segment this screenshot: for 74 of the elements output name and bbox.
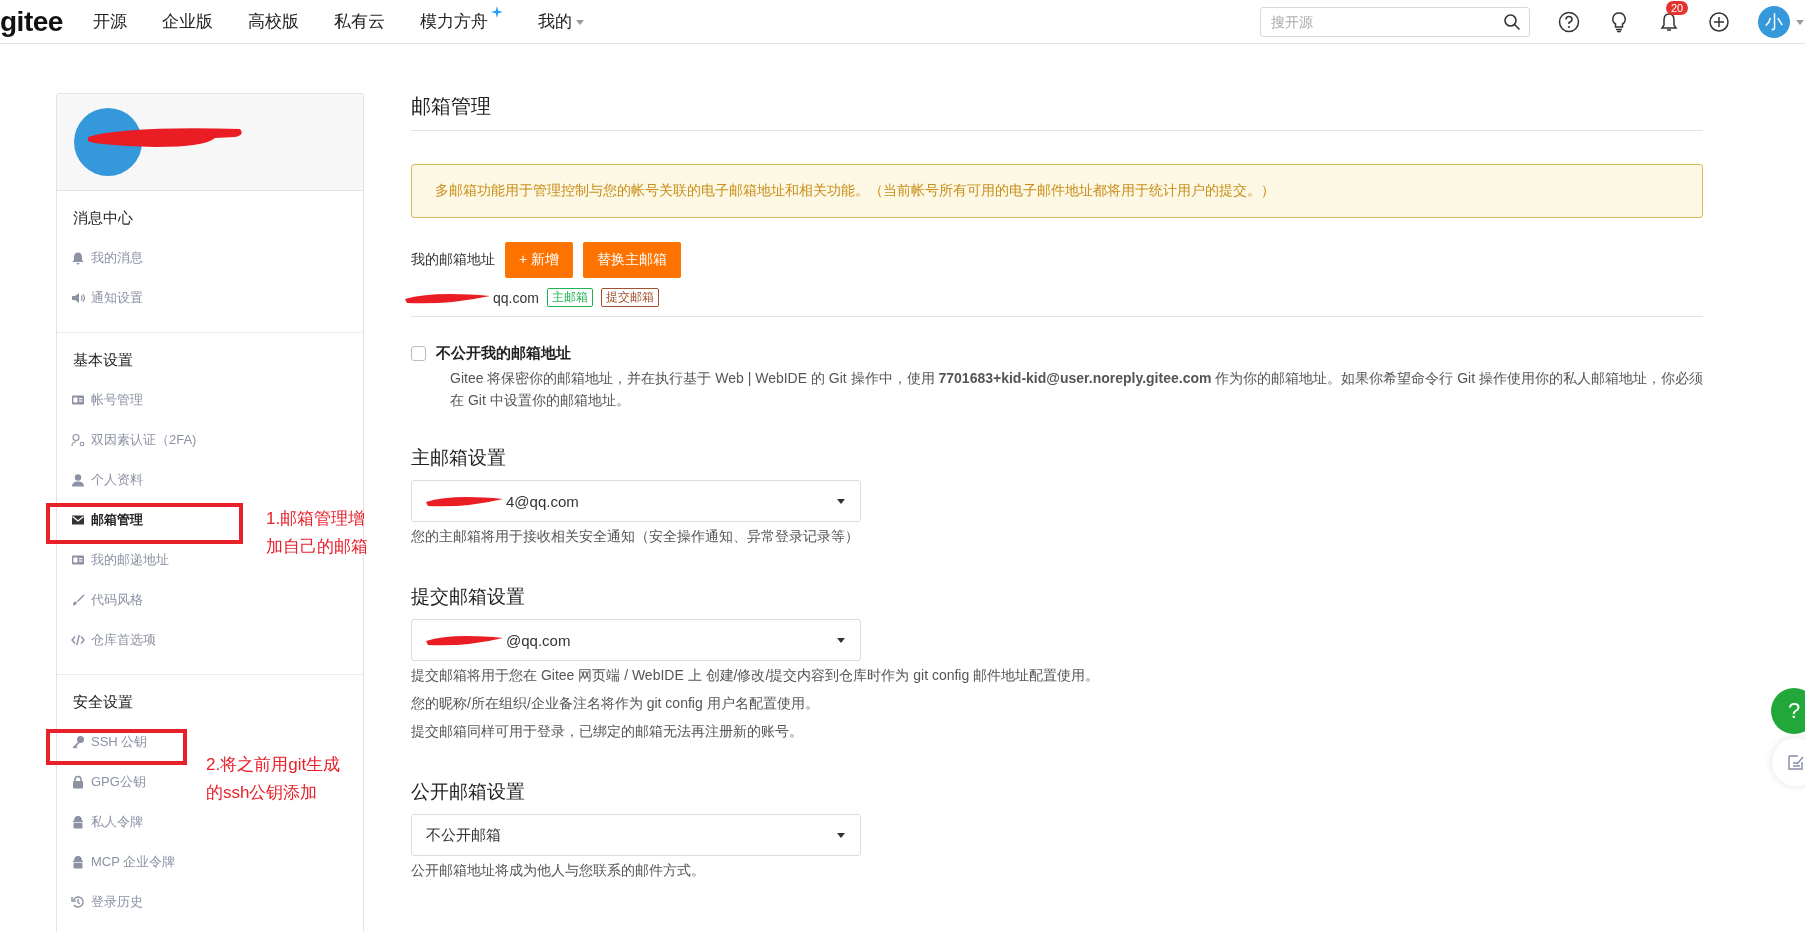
description-text: Gitee 将保密你的邮箱地址，并在执行基于 Web | WebIDE 的 Git 操作中，使用 7701683+kid-kid@user.noreply.gitee.com 作为你的邮箱地址。如果你希望命令行 Git 操作使用你的私人邮箱地址，你必须在 Git 中设置你的邮箱地址。: [449, 369, 1703, 410]
page-title: 邮箱管理: [411, 93, 1703, 131]
sidebar-item[interactable]: 个人资料: [57, 460, 147, 500]
section-title: 基本设置: [72, 350, 134, 370]
sidebar-item[interactable]: 帐号管理: [57, 380, 147, 420]
select-field[interactable]: @qq.com: [411, 619, 861, 661]
help-text: 您的昵称/所在组织/企业备注名将作为 git config 用户名配置使用。: [411, 694, 820, 713]
envelope-icon: [71, 513, 85, 527]
agent-icon: [71, 815, 85, 829]
sidebar-item[interactable]: GPG公钥: [57, 762, 150, 802]
action-button[interactable]: 替换主邮箱: [583, 242, 682, 278]
nav-link[interactable]: 开源: [92, 10, 127, 33]
nav-link[interactable]: 模力方舟: [419, 10, 503, 33]
notification-badge: 20: [1666, 0, 1689, 15]
sidebar-item[interactable]: 双因素认证（2FA): [57, 420, 201, 460]
annotation-text: 2.将之前用git生成的ssh公钥添加: [206, 754, 342, 804]
help-text: 提交邮箱同样可用于登录，已绑定的邮箱无法再注册新的账号。: [411, 722, 804, 741]
sidebar-item[interactable]: SSH 公钥: [57, 722, 152, 762]
id-card-icon: [71, 553, 85, 567]
id-card-icon: [71, 393, 85, 407]
checkbox[interactable]: [411, 346, 426, 361]
email-tag: 主邮箱: [546, 288, 593, 307]
sidebar-item[interactable]: 仓库首选项: [57, 620, 160, 660]
code-icon: [71, 633, 85, 647]
nav-link[interactable]: 企业版: [161, 10, 213, 33]
help-text: 您的主邮箱将用于接收相关安全通知（安全操作通知、异常登录记录等）: [411, 527, 860, 546]
nav-link[interactable]: 私有云: [333, 10, 385, 33]
help-button[interactable]: ?: [1771, 688, 1805, 734]
lock-icon: [71, 775, 85, 789]
help-text: 提交邮箱将用于您在 Gitee 网页端 / WebIDE 上 创建/修改/提交内容到仓库时作为 git config 邮件地址配置使用。: [411, 666, 1101, 685]
select-field[interactable]: 不公开邮箱: [411, 814, 861, 856]
help-text: 公开邮箱地址将成为他人与您联系的邮件方式。: [411, 861, 706, 880]
section-title: 安全设置: [72, 692, 134, 712]
section-title: 消息中心: [72, 208, 134, 228]
help-icon[interactable]: [1558, 10, 1580, 33]
caret-icon: [836, 635, 846, 645]
action-button[interactable]: + 新增: [505, 242, 574, 278]
sidebar-item[interactable]: 邮箱管理: [57, 500, 147, 540]
caret-icon: [836, 830, 846, 840]
nav-link[interactable]: 我的: [537, 10, 585, 33]
key-icon: [71, 735, 85, 749]
nav-link[interactable]: 高校版: [247, 10, 299, 33]
user-avatar[interactable]: 小: [1758, 5, 1790, 38]
sidebar-item[interactable]: 登录历史: [57, 882, 147, 922]
plus-icon[interactable]: [1708, 10, 1730, 33]
section-heading: 主邮箱设置: [411, 446, 507, 470]
annotation-text: 1.邮箱管理增加自己的邮箱: [266, 508, 369, 558]
sidebar-item[interactable]: 代码风格: [57, 580, 147, 620]
history-icon: [71, 895, 85, 909]
sidebar-item[interactable]: 通知设置: [57, 278, 147, 318]
section-heading: 提交邮箱设置: [411, 585, 526, 609]
field-label: 我的邮箱地址: [411, 251, 495, 269]
speaker-icon: [71, 291, 85, 305]
sidebar-item[interactable]: 我的消息: [57, 238, 147, 278]
logo[interactable]: gitee: [0, 5, 63, 38]
checkbox-label: 不公开我的邮箱地址: [436, 344, 571, 361]
edit-icon: [1786, 752, 1805, 772]
section-heading: 公开邮箱设置: [411, 780, 526, 804]
user-key-icon: [71, 433, 85, 447]
sparkle-icon: [490, 6, 503, 18]
email-tag: 提交邮箱: [600, 288, 659, 307]
agent-icon: [71, 855, 85, 869]
select-field[interactable]: 4@qq.com: [411, 480, 861, 522]
email-address: qq.com: [493, 289, 539, 306]
user-icon: [71, 473, 85, 487]
sidebar-item[interactable]: 私人令牌: [57, 802, 147, 842]
sidebar-item[interactable]: MCP 企业令牌: [57, 842, 180, 882]
search-field[interactable]: 搜开源: [1260, 6, 1530, 37]
bell-icon: [71, 251, 85, 265]
notice-banner: 多邮箱功能用于管理控制与您的帐号关联的电子邮箱地址和相关功能。（当前帐号所有可用的电子邮件地址都将用于统计用户的提交。）: [411, 164, 1703, 218]
sidebar-item[interactable]: 我的邮递地址: [57, 540, 173, 580]
brush-icon: [71, 593, 85, 607]
caret-icon: [836, 496, 846, 506]
search-icon[interactable]: [1503, 12, 1521, 31]
